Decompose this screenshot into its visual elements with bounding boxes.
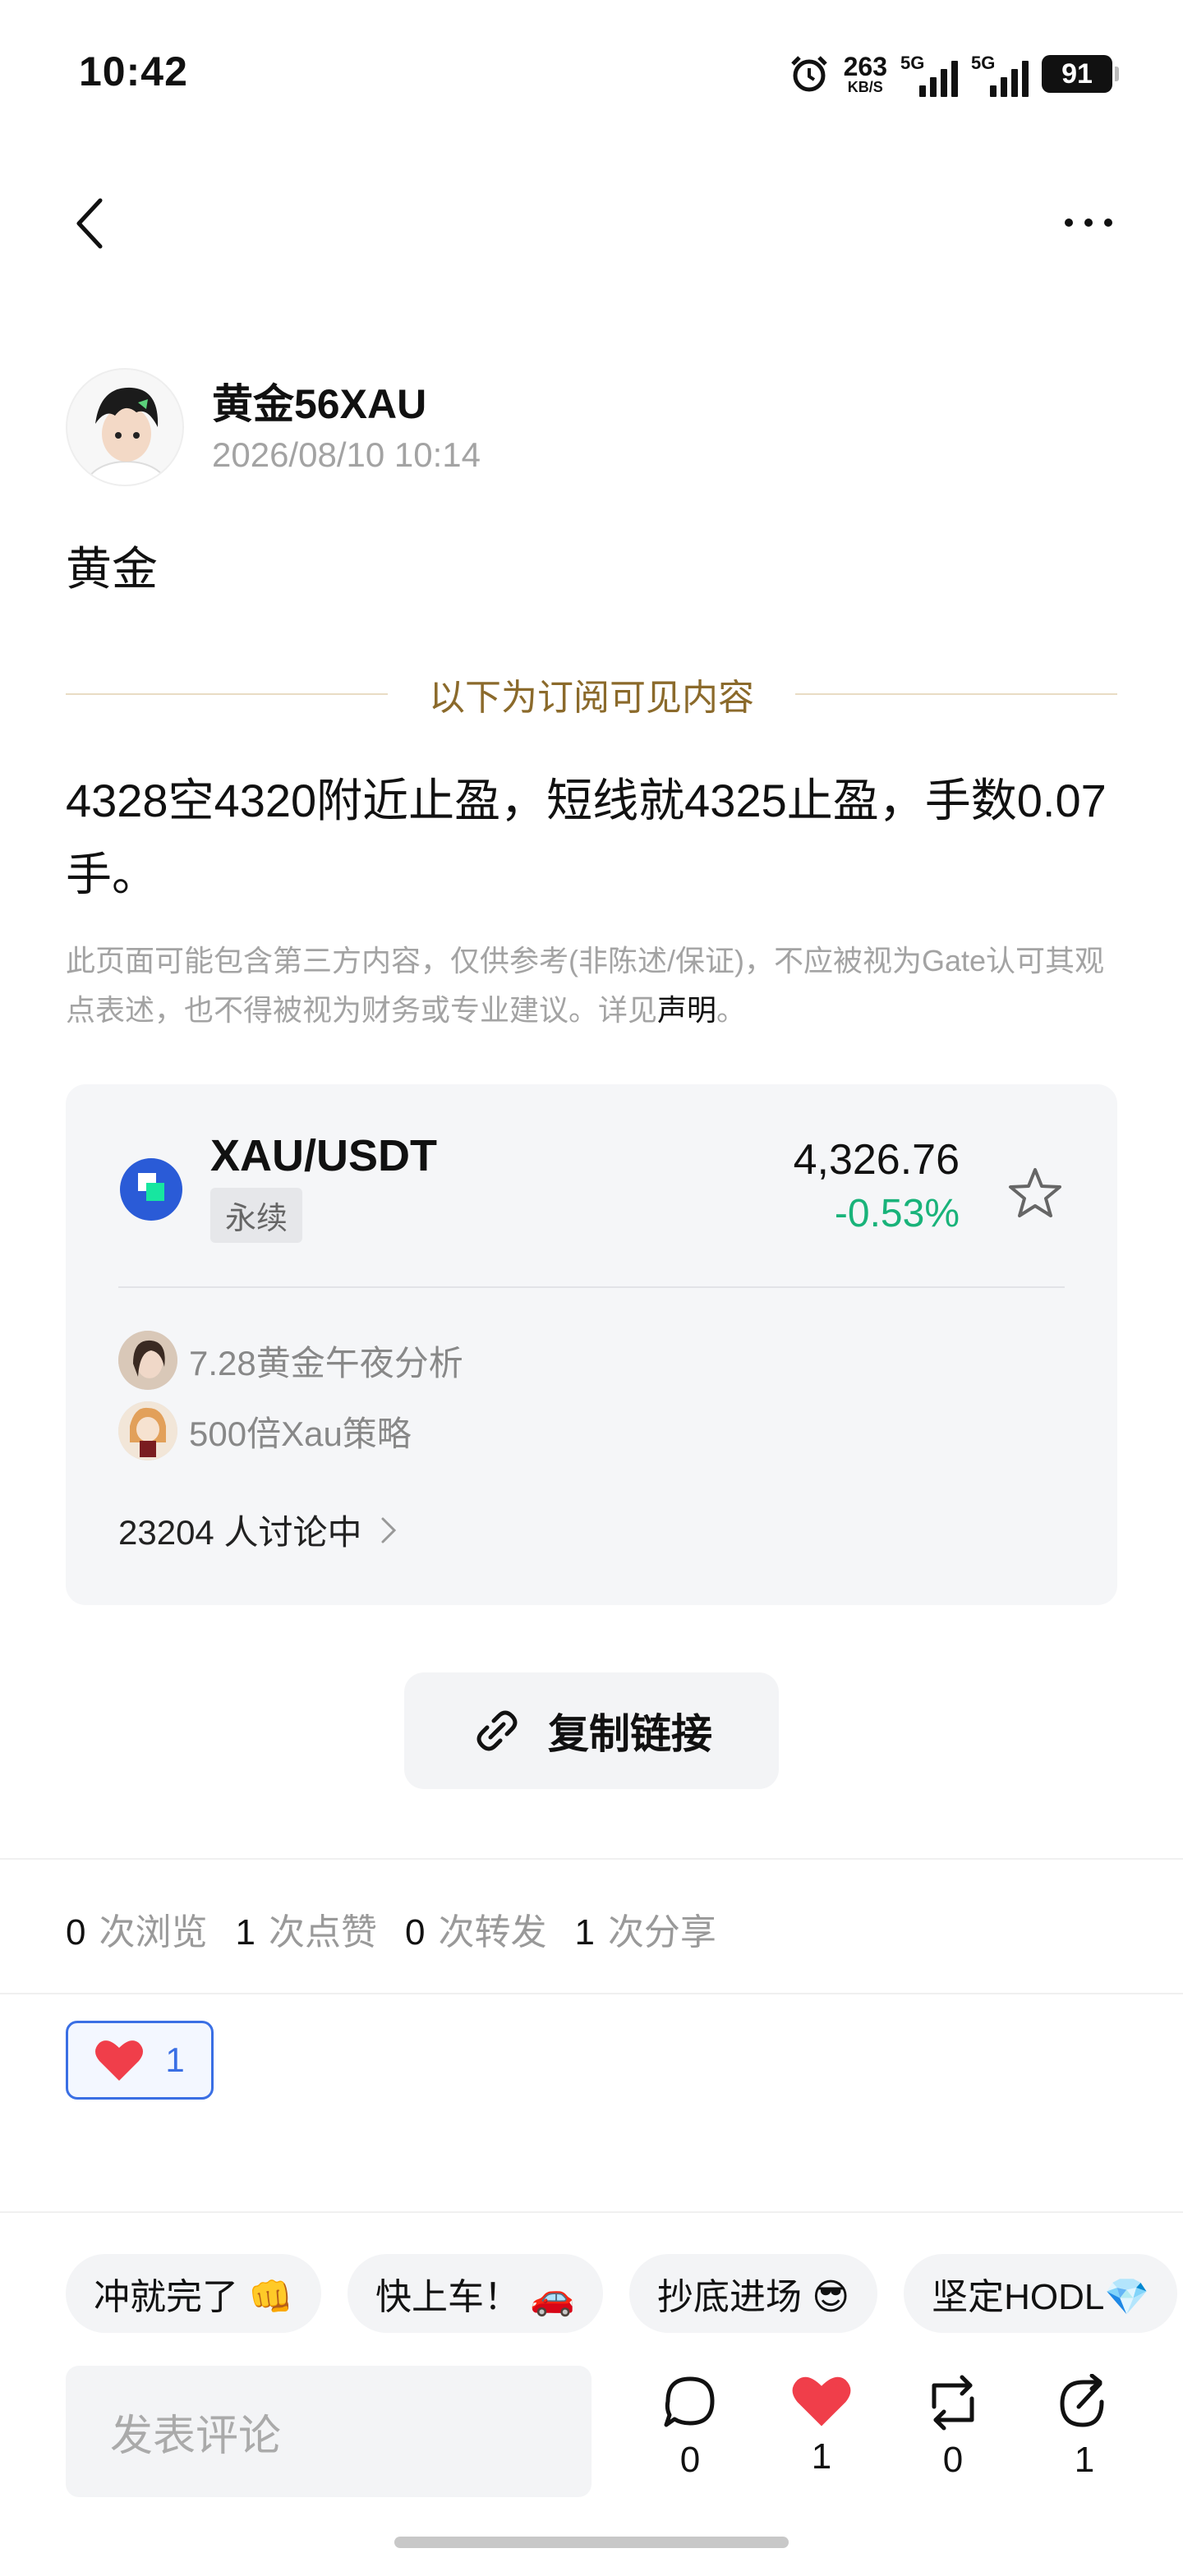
heart-reaction-button[interactable]: 1 xyxy=(66,2021,214,2100)
likes-label: 次点赞 xyxy=(268,1912,377,1953)
battery-icon: 91 xyxy=(1042,55,1119,93)
signal-icon-2: 5G xyxy=(971,51,1029,97)
more-options-button[interactable] xyxy=(1052,202,1125,243)
chevron-right-icon xyxy=(381,1517,397,1543)
chevron-left-icon xyxy=(76,198,103,249)
topic-label: 500倍Xau策略 xyxy=(189,1414,412,1453)
topic-avatar xyxy=(118,1401,177,1460)
like-count: 1 xyxy=(811,2436,832,2477)
price: 4,326.76 xyxy=(793,1136,960,1184)
network-speed: 263 KB/S xyxy=(844,53,887,94)
reposts-label: 次转发 xyxy=(438,1912,547,1953)
disclaimer-end: 。 xyxy=(716,993,747,1027)
post-title: 黄金 xyxy=(66,543,158,595)
like-icon xyxy=(792,2376,851,2426)
heart-icon xyxy=(95,2040,144,2081)
views-count: 0 xyxy=(66,1912,86,1953)
link-icon xyxy=(476,1710,518,1751)
discussion-count: 23204 人讨论中 xyxy=(118,1513,362,1552)
disclaimer: 此页面可能包含第三方内容，仅供参考(非陈述/保证)，不应被视为Gate认可其观点… xyxy=(66,936,1125,1035)
bottom-divider xyxy=(0,2211,1183,2213)
disclaimer-text: 此页面可能包含第三方内容，仅供参考(非陈述/保证)，不应被视为Gate认可其观点… xyxy=(66,944,1105,1027)
home-indicator[interactable] xyxy=(394,2537,789,2548)
topic-item[interactable]: 500倍Xau策略 xyxy=(118,1401,412,1460)
post-stats: 0 次浏览 1 次点赞 0 次转发 1 次分享 xyxy=(66,1902,744,1955)
quick-reply-chip[interactable]: 抄底进场 😎 xyxy=(629,2254,878,2333)
star-icon[interactable] xyxy=(1006,1163,1065,1222)
status-bar: 10:42 263 KB/S 5G 5G 91 xyxy=(0,0,1183,148)
shares-label: 次分享 xyxy=(607,1912,716,1953)
network-speed-value: 263 xyxy=(843,52,887,81)
post-timestamp: 2026/08/10 10:14 xyxy=(212,435,481,474)
topic-item[interactable]: 7.28黄金午夜分析 xyxy=(118,1331,463,1390)
shares-count: 1 xyxy=(574,1912,595,1953)
post-body: 4328空4320附近止盈，短线就4325止盈，手数0.07手。 xyxy=(66,775,1107,900)
repost-icon xyxy=(932,2375,974,2431)
contract-tag: 永续 xyxy=(210,1188,303,1243)
comment-icon xyxy=(664,2376,715,2427)
author-avatar[interactable] xyxy=(66,368,184,486)
topic-label: 7.28黄金午夜分析 xyxy=(189,1343,463,1382)
comment-count: 0 xyxy=(679,2440,701,2480)
divider xyxy=(0,1858,1183,1860)
back-button[interactable] xyxy=(64,191,113,256)
reaction-count: 1 xyxy=(165,2040,185,2079)
alarm-icon xyxy=(788,53,831,95)
discussion-link[interactable]: 23204 人讨论中 xyxy=(118,1505,398,1555)
comment-input[interactable]: 发表评论 xyxy=(66,2366,592,2497)
divider-line-right xyxy=(795,693,1117,695)
status-time: 10:42 xyxy=(79,48,188,94)
views-label: 次浏览 xyxy=(99,1912,208,1953)
like-button[interactable]: 1 xyxy=(780,2374,863,2477)
share-icon xyxy=(1060,2374,1104,2427)
price-change: -0.53% xyxy=(834,1192,960,1235)
quick-reply-chips: 冲就完了 👊 快上车！ 🚗 抄底进场 😎 坚定HODL💎 xyxy=(66,2254,1178,2333)
author-name[interactable]: 黄金56XAU xyxy=(212,371,426,430)
trading-pair: XAU/USDT xyxy=(210,1131,438,1180)
copy-link-button[interactable]: 复制链接 xyxy=(404,1672,779,1789)
subscription-divider: 以下为订阅可见内容 xyxy=(66,665,1117,723)
reposts-count: 0 xyxy=(404,1912,426,1953)
quick-reply-chip[interactable]: 快上车！ 🚗 xyxy=(348,2254,604,2333)
quick-reply-chip[interactable]: 冲就完了 👊 xyxy=(66,2254,322,2333)
coin-icon xyxy=(120,1158,182,1221)
copy-link-label: 复制链接 xyxy=(548,1711,712,1757)
likes-count: 1 xyxy=(235,1912,255,1953)
more-icon xyxy=(1065,218,1073,227)
repost-button[interactable]: 0 xyxy=(912,2374,994,2481)
card-divider xyxy=(118,1286,1065,1288)
share-count: 1 xyxy=(1074,2440,1095,2480)
divider xyxy=(0,1993,1183,1994)
disclaimer-link[interactable]: 声明 xyxy=(657,993,716,1027)
comment-button[interactable]: 0 xyxy=(649,2374,731,2481)
market-card[interactable]: XAU/USDT 永续 4,326.76 -0.53% 7.28黄金午夜分析 5… xyxy=(66,1084,1117,1605)
topic-avatar xyxy=(118,1331,177,1390)
network-speed-unit: KB/S xyxy=(847,79,883,95)
divider-line-left xyxy=(66,693,388,695)
signal-icon: 5G xyxy=(900,51,958,97)
repost-count: 0 xyxy=(942,2440,964,2480)
subscription-label: 以下为订阅可见内容 xyxy=(429,678,754,718)
status-icons: 263 KB/S 5G 5G 91 xyxy=(788,51,1119,97)
quick-reply-chip[interactable]: 坚定HODL💎 xyxy=(904,2254,1178,2333)
share-button[interactable]: 1 xyxy=(1043,2374,1125,2481)
